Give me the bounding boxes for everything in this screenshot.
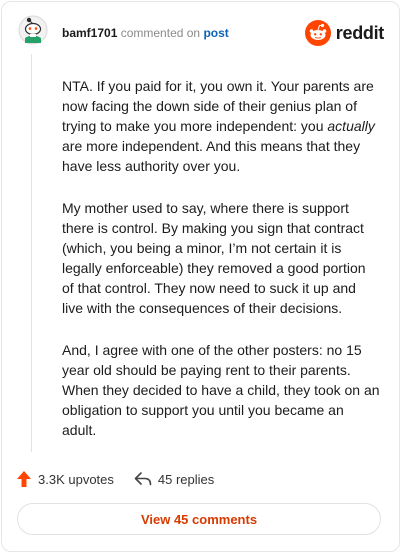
- comment-paragraph-3: And, I agree with one of the other poste…: [62, 342, 380, 438]
- reply-arrow-icon: [134, 472, 152, 486]
- replies-button[interactable]: 45 replies: [134, 472, 214, 487]
- reddit-logo[interactable]: reddit: [304, 20, 385, 46]
- upvote-count: 3.3K upvotes: [38, 471, 114, 487]
- reddit-logo-icon: [304, 20, 331, 46]
- view-comments-button[interactable]: View 45 comments: [17, 503, 381, 535]
- thread-line[interactable]: [31, 54, 32, 452]
- comment-header: bamf1701 commented on post: [62, 26, 229, 40]
- comment-paragraph-2: My mother used to say, where there is su…: [62, 200, 366, 316]
- comment-paragraph-1: NTA. If you paid for it, you own it. You…: [62, 76, 380, 176]
- reply-count: 45 replies: [157, 471, 215, 487]
- comment-body: NTA. If you paid for it, you own it. You…: [62, 76, 380, 462]
- upvote-button[interactable]: 3.3K upvotes: [16, 470, 114, 488]
- username-link[interactable]: bamf1701: [62, 26, 117, 40]
- comment-actions: 3.3K upvotes 45 replies: [16, 469, 234, 489]
- post-link[interactable]: post: [203, 26, 228, 40]
- comment-emphasis: actually: [327, 118, 375, 134]
- view-comments-label: View 45 comments: [140, 511, 258, 527]
- commented-on-label: commented on: [120, 26, 201, 40]
- comment-text: are more independent. And this means tha…: [62, 138, 361, 174]
- upvote-arrow-icon: [17, 471, 31, 487]
- snoo-avatar-icon[interactable]: [18, 15, 48, 45]
- reddit-logo-text: reddit: [335, 22, 385, 43]
